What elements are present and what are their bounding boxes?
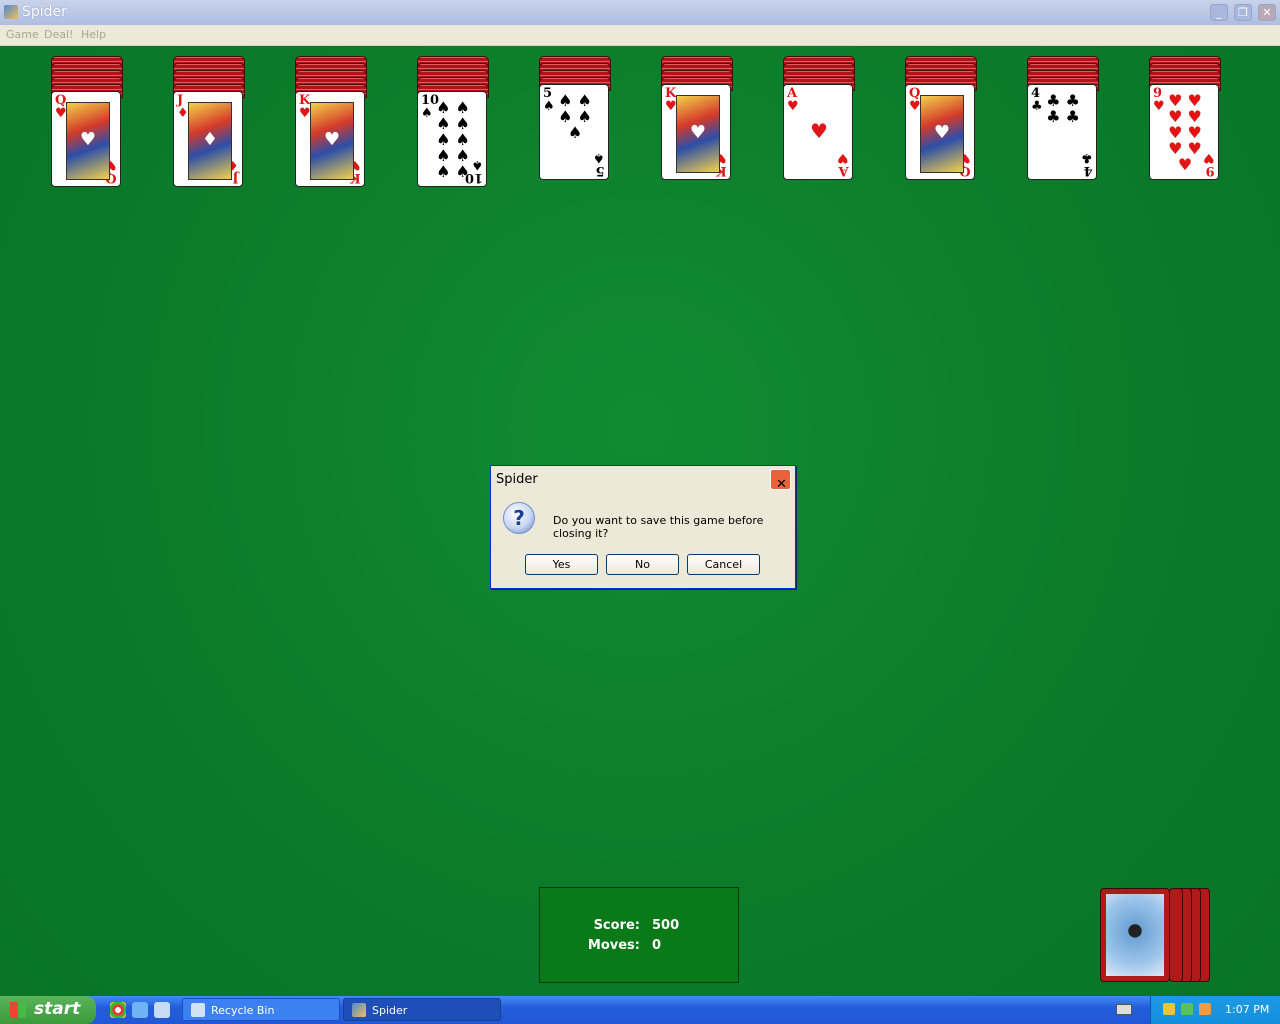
restore-icon: ❐	[1238, 6, 1248, 19]
face-up-card[interactable]: 9 ♥ 9 ♥ ♥ ♥ ♥ ♥ ♥ ♥ ♥ ♥ ♥	[1149, 84, 1219, 180]
start-label: start	[34, 999, 81, 1019]
stock-card[interactable]	[1100, 888, 1170, 982]
network-icon[interactable]	[1181, 1003, 1193, 1015]
court-card-art: ♦	[188, 102, 232, 180]
court-card-art: ♥	[310, 102, 354, 180]
stock-pile[interactable]	[1100, 888, 1220, 984]
windows-logo-icon	[10, 1002, 26, 1018]
face-up-card[interactable]: 5 ♠ 5 ♠ ♠ ♠ ♠ ♠ ♠	[539, 84, 609, 180]
save-dialog: Spider ✕ ? Do you want to save this game…	[490, 465, 796, 589]
clock[interactable]: 1:07 PM	[1225, 1003, 1269, 1016]
card-rank: Q ♥	[55, 93, 67, 121]
card-pips: ♣ ♣ ♣ ♣	[1046, 91, 1080, 126]
card-pips: ♥	[810, 119, 828, 143]
window-title: Spider	[22, 4, 67, 20]
taskbar-button-spider[interactable]: Spider	[343, 998, 501, 1021]
keyboard-icon[interactable]	[1116, 1004, 1132, 1015]
court-card-art: ♥	[66, 102, 110, 180]
face-up-card[interactable]: J ♦ J ♦ ♦	[173, 91, 243, 187]
moves-value: 0	[652, 938, 662, 953]
yes-button[interactable]: Yes	[525, 554, 598, 575]
face-up-card[interactable]: K ♥ K ♥ ♥	[661, 84, 731, 180]
no-button[interactable]: No	[606, 554, 679, 575]
minimize-icon: _	[1216, 6, 1222, 19]
maximize-button[interactable]: ❐	[1234, 4, 1252, 21]
chrome-icon[interactable]	[110, 1002, 126, 1018]
taskbar-button-label: Recycle Bin	[211, 1004, 275, 1017]
face-up-card[interactable]: A ♥ A ♥ ♥	[783, 84, 853, 180]
face-up-card[interactable]: Q ♥ Q ♥ ♥	[51, 91, 121, 187]
card-rank: K ♥	[299, 93, 311, 121]
system-tray: 1:07 PM	[1150, 996, 1280, 1024]
menu-bar: Game Deal! Help	[0, 25, 1280, 46]
score-value: 500	[652, 918, 680, 933]
close-window-button[interactable]: ✕	[1258, 4, 1276, 21]
face-up-card[interactable]: 10 ♠ 10 ♠ ♠ ♠ ♠ ♠ ♠ ♠ ♠ ♠ ♠ ♠	[417, 91, 487, 187]
start-button[interactable]: start	[0, 996, 96, 1024]
minimize-button[interactable]: _	[1210, 4, 1228, 21]
face-up-card[interactable]: K ♥ K ♥ ♥	[295, 91, 365, 187]
card-rank: J ♦	[177, 93, 189, 121]
close-icon: ✕	[1262, 6, 1272, 19]
close-icon: ✕	[776, 477, 787, 492]
recycle-bin-icon	[191, 1003, 205, 1017]
menu-game[interactable]: Game	[6, 28, 39, 41]
show-desktop-icon[interactable]	[154, 1002, 170, 1018]
spider-app-icon	[4, 5, 18, 19]
card-pips: ♠ ♠ ♠ ♠ ♠	[558, 91, 592, 142]
window-titlebar[interactable]: Spider _ ❐ ✕	[0, 0, 1280, 25]
dialog-message: Do you want to save this game before clo…	[553, 514, 764, 540]
dialog-titlebar[interactable]: Spider ✕	[491, 466, 795, 492]
card-rank: K ♥	[665, 86, 677, 114]
score-panel: Score: 500 Moves: 0	[539, 887, 739, 983]
question-icon: ?	[503, 502, 535, 534]
dialog-close-button[interactable]: ✕	[770, 469, 791, 492]
taskbar-button-recycle-bin[interactable]: Recycle Bin	[182, 998, 340, 1021]
cancel-button[interactable]: Cancel	[687, 554, 760, 575]
taskbar: start Recycle Bin Spider 1:07 PM	[0, 996, 1280, 1024]
face-up-card[interactable]: Q ♥ Q ♥ ♥	[905, 84, 975, 180]
game-table[interactable]: Q ♥ Q ♥ ♥ J ♦ J ♦ ♦ K ♥ K ♥ ♥ 10 ♠ 10 ♠ ♠ ♠ ♠ ♠ ♠ ♠ ♠ ♠ ♠ ♠ 5 ♠ 5 ♠…	[0, 46, 1280, 996]
face-up-card[interactable]: 4 ♣ 4 ♣ ♣ ♣ ♣ ♣	[1027, 84, 1097, 180]
menu-deal[interactable]: Deal!	[44, 28, 73, 41]
taskbar-button-label: Spider	[372, 1004, 408, 1017]
search-icon[interactable]	[1199, 1003, 1211, 1015]
dialog-title: Spider	[496, 472, 538, 487]
moves-label: Moves:	[587, 938, 640, 953]
court-card-art: ♥	[676, 95, 720, 173]
court-card-art: ♥	[920, 95, 964, 173]
spider-app-icon	[352, 1003, 366, 1017]
menu-help[interactable]: Help	[81, 28, 106, 41]
internet-explorer-icon[interactable]	[132, 1002, 148, 1018]
card-pips: ♥ ♥ ♥ ♥ ♥ ♥ ♥ ♥ ♥	[1168, 91, 1202, 174]
security-shield-icon[interactable]	[1163, 1003, 1175, 1015]
spider-web-icon	[1106, 894, 1164, 976]
card-pips: ♠ ♠ ♠ ♠ ♠ ♠ ♠ ♠ ♠ ♠	[436, 98, 470, 181]
stock-card[interactable]	[1169, 888, 1183, 982]
score-label: Score:	[593, 918, 640, 933]
card-rank: Q ♥	[909, 86, 921, 114]
